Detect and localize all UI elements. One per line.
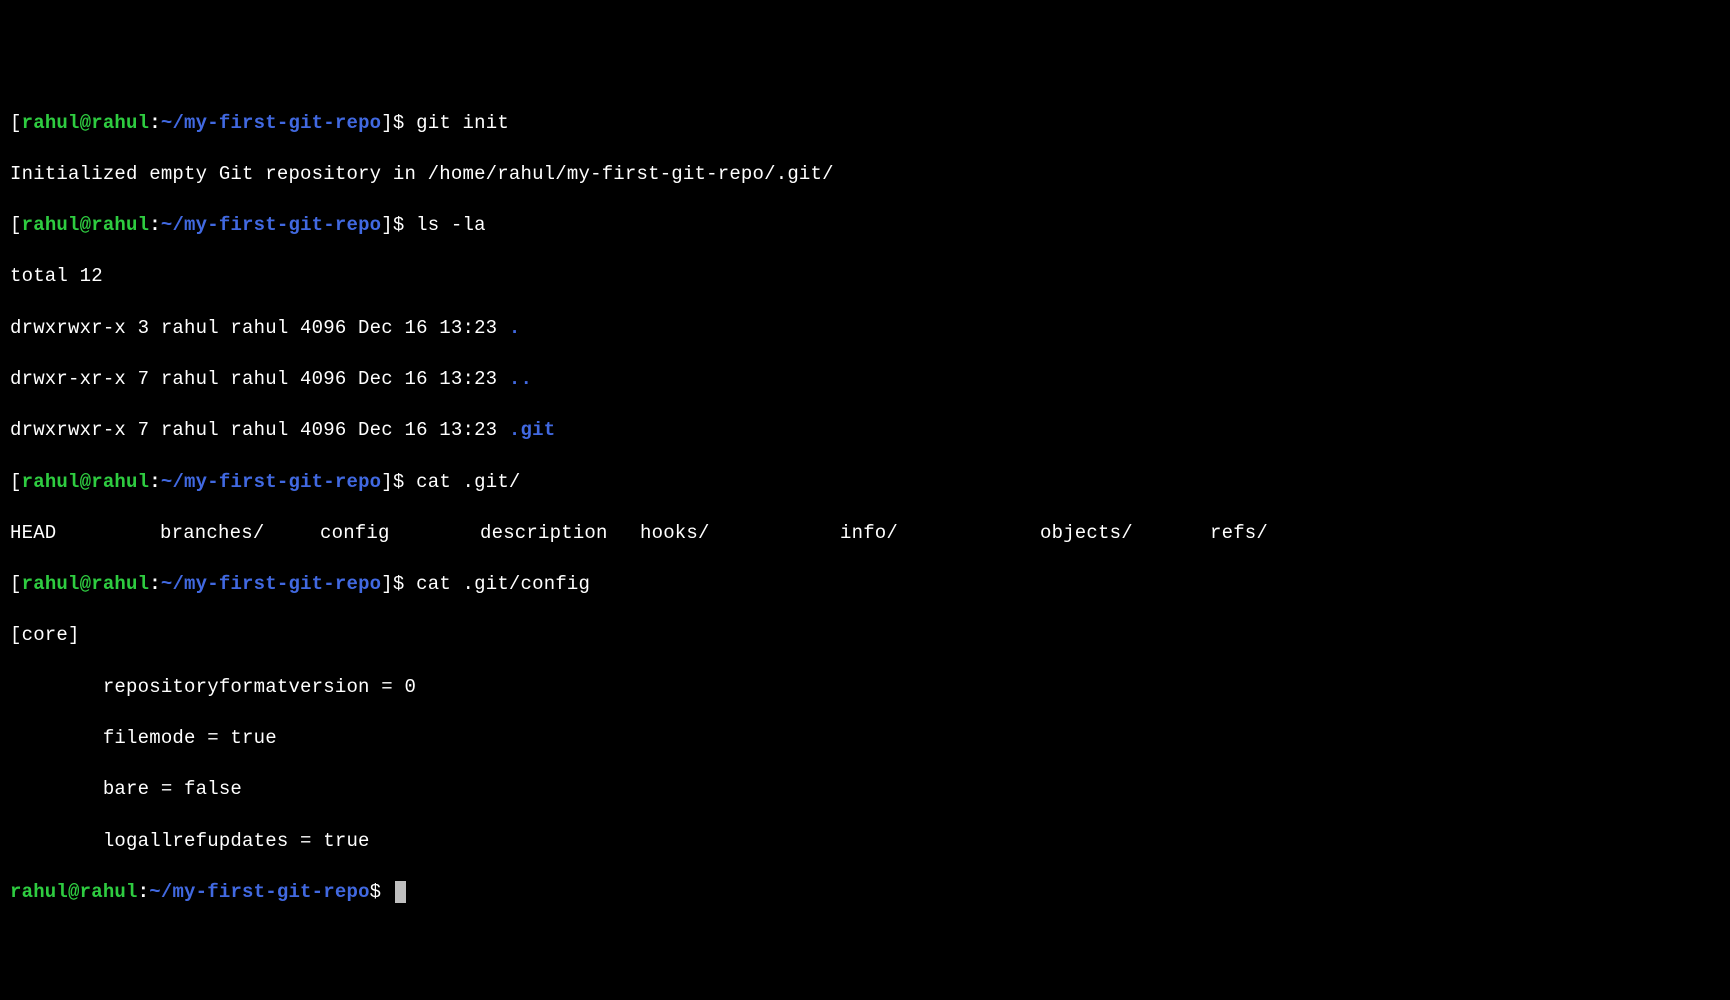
git-entry-head: HEAD	[10, 521, 160, 547]
command-cat-config[interactable]: cat .git/config	[416, 573, 590, 595]
command-cat-gitdir[interactable]: cat .git/	[416, 471, 520, 493]
prompt-line-1: [rahul@rahul:~/my-first-git-repo]$ git i…	[10, 111, 1720, 137]
colon: :	[149, 112, 161, 134]
user-host: rahul@rahul	[22, 112, 150, 134]
config-filemode: filemode = true	[10, 726, 1720, 752]
git-entry-refs: refs/	[1210, 521, 1268, 547]
output-init: Initialized empty Git repository in /hom…	[10, 162, 1720, 188]
ls-row-2: drwxr-xr-x 7 rahul rahul 4096 Dec 16 13:…	[10, 367, 1720, 393]
command-ls-la[interactable]: ls -la	[416, 214, 486, 236]
config-section: [core]	[10, 623, 1720, 649]
ls-perm: drwxrwxr-x 3 rahul rahul 4096 Dec 16 13:…	[10, 317, 509, 339]
prompt-line-2: [rahul@rahul:~/my-first-git-repo]$ ls -l…	[10, 213, 1720, 239]
cwd-path: ~/my-first-git-repo	[161, 112, 381, 134]
git-dir-listing: HEADbranches/configdescriptionhooks/info…	[10, 521, 1720, 547]
ls-total: total 12	[10, 264, 1720, 290]
git-entry-description: description	[480, 521, 640, 547]
ls-row-3: drwxrwxr-x 7 rahul rahul 4096 Dec 16 13:…	[10, 418, 1720, 444]
prompt-line-5[interactable]: rahul@rahul:~/my-first-git-repo$	[10, 880, 1720, 906]
prompt-line-3: [rahul@rahul:~/my-first-git-repo]$ cat .…	[10, 470, 1720, 496]
git-entry-info: info/	[840, 521, 1040, 547]
bracket-close: ]	[381, 112, 393, 134]
bracket-open: [	[10, 112, 22, 134]
prompt-line-4: [rahul@rahul:~/my-first-git-repo]$ cat .…	[10, 572, 1720, 598]
git-entry-hooks: hooks/	[640, 521, 840, 547]
ls-name-git: .git	[509, 419, 555, 441]
command-git-init[interactable]: git init	[416, 112, 509, 134]
config-repoformatversion: repositoryformatversion = 0	[10, 675, 1720, 701]
git-entry-objects: objects/	[1040, 521, 1210, 547]
ls-row-1: drwxrwxr-x 3 rahul rahul 4096 Dec 16 13:…	[10, 316, 1720, 342]
ls-name-dotdot: ..	[509, 368, 532, 390]
ls-name-dot: .	[509, 317, 521, 339]
dollar: $	[393, 112, 405, 134]
git-entry-config: config	[320, 521, 480, 547]
config-bare: bare = false	[10, 777, 1720, 803]
cursor-icon	[395, 881, 406, 903]
ls-perm: drwxrwxr-x 7 rahul rahul 4096 Dec 16 13:…	[10, 419, 509, 441]
config-logallrefupdates: logallrefupdates = true	[10, 829, 1720, 855]
ls-perm: drwxr-xr-x 7 rahul rahul 4096 Dec 16 13:…	[10, 368, 509, 390]
git-entry-branches: branches/	[160, 521, 320, 547]
